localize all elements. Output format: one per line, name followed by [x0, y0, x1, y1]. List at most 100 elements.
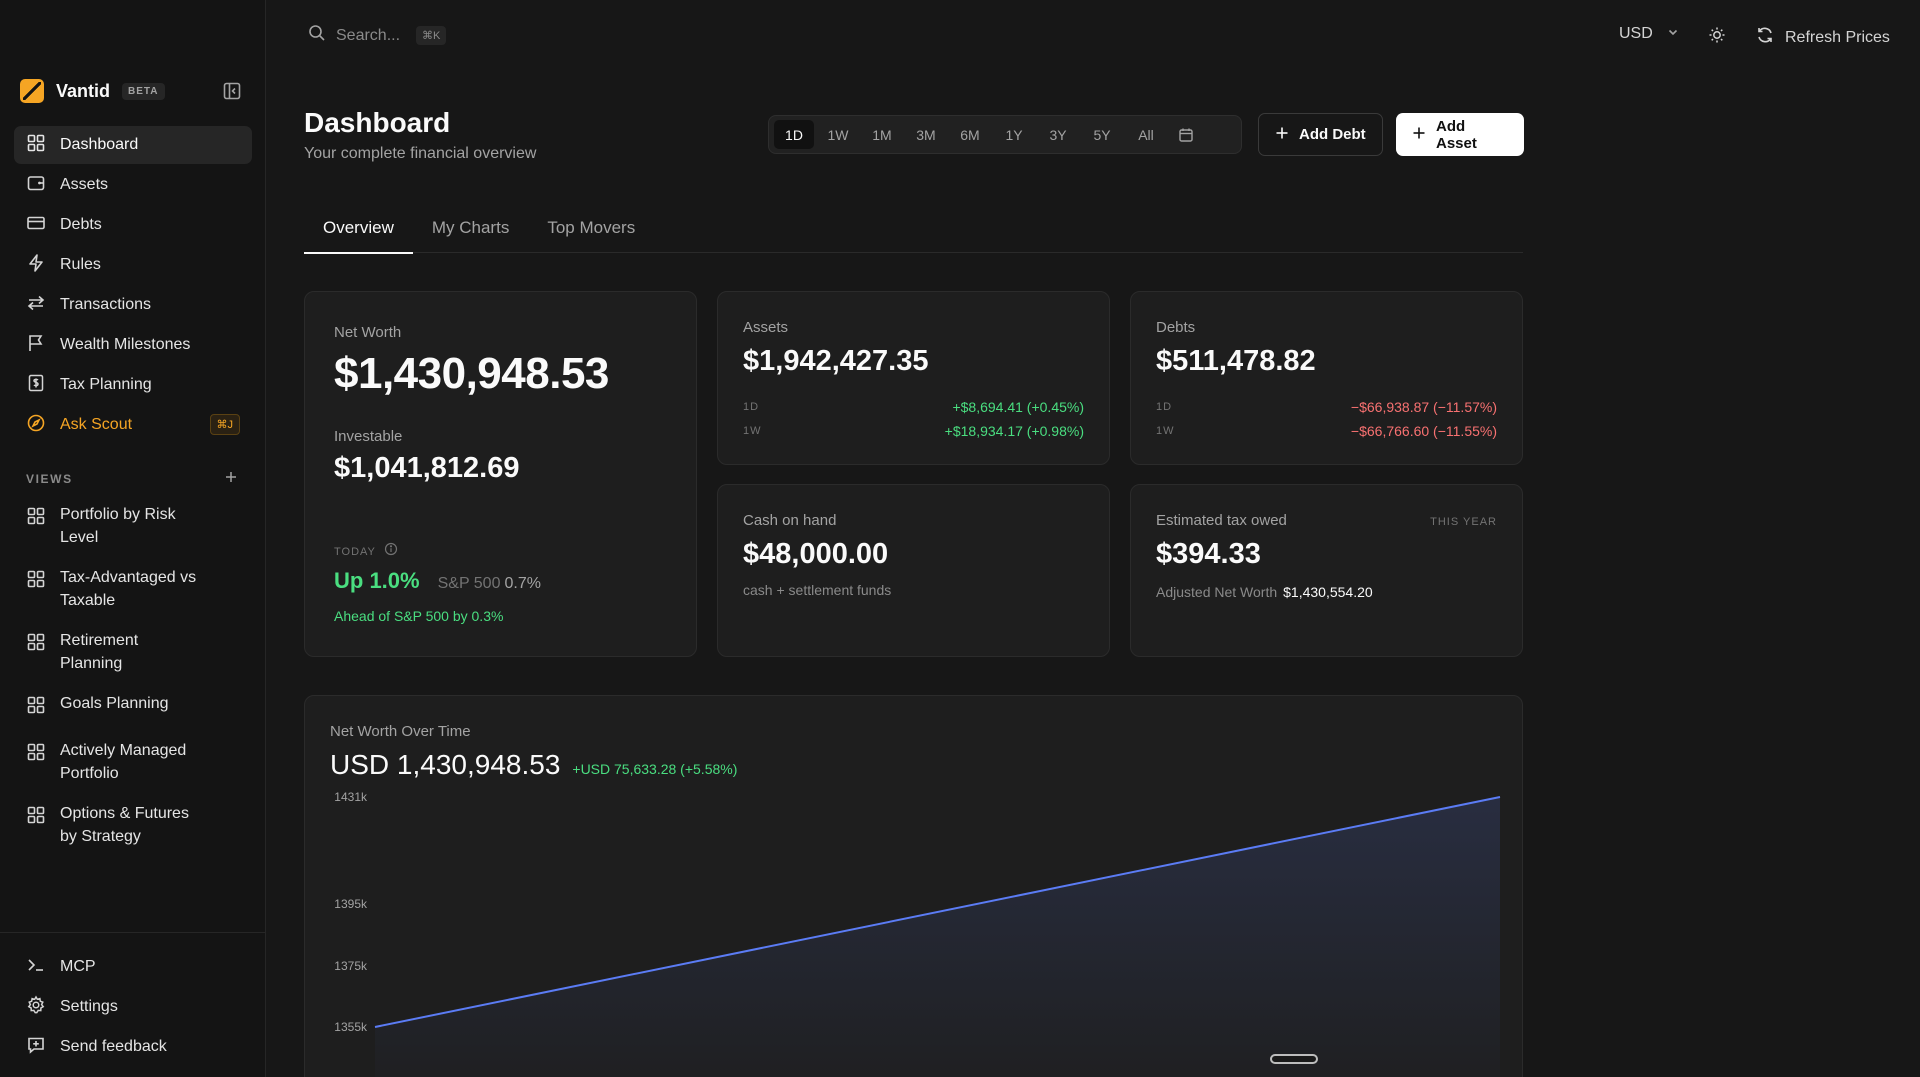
ask-scout-shortcut: ⌘J [209, 414, 240, 435]
sidebar-item-tax-planning[interactable]: Tax Planning [14, 366, 252, 404]
range-3m[interactable]: 3M [906, 120, 946, 149]
today-up-value: Up 1.0% [334, 568, 420, 593]
plus-icon [1412, 126, 1426, 144]
net-worth-label: Net Worth [334, 324, 402, 341]
app-name: Vantid [56, 80, 111, 101]
search-icon [308, 24, 326, 47]
net-worth-card: Net Worth $1,430,948.53 Investable $1,04… [304, 291, 697, 657]
currency-select[interactable]: USD [1619, 25, 1679, 43]
add-debt-label: Add Debt [1299, 126, 1366, 143]
sidebar-item-settings[interactable]: Settings [14, 987, 251, 1027]
sidebar-item-label: Tax Planning [60, 376, 152, 393]
sidebar-item-label: Dashboard [60, 136, 139, 153]
sidebar-item-transactions[interactable]: Transactions [14, 286, 252, 324]
y-tick-label: 1395k [334, 897, 368, 911]
range-6m[interactable]: 6M [950, 120, 990, 149]
debts-value: $511,478.82 [1156, 345, 1316, 377]
today-label: TODAY [334, 545, 376, 558]
search-input[interactable]: Search... ⌘K [308, 24, 447, 47]
view-item-actively-managed-portfolio[interactable]: Actively Managed Portfolio [14, 739, 252, 785]
range-all[interactable]: All [1126, 120, 1166, 149]
sidebar-item-send-feedback[interactable]: Send feedback [14, 1027, 251, 1067]
plus-icon [1275, 126, 1289, 144]
view-item-portfolio-by-risk-level[interactable]: Portfolio by Risk Level [14, 503, 252, 549]
view-item-label: Retirement Planning [60, 632, 139, 672]
grid-icon [26, 739, 46, 769]
sidebar-item-assets[interactable]: Assets [14, 166, 252, 204]
sidebar-item-label: Rules [60, 256, 101, 273]
sidebar-item-label: MCP [60, 958, 96, 975]
adjusted-label: Adjusted Net Worth [1156, 584, 1278, 600]
range-1d[interactable]: 1D [774, 120, 814, 149]
refresh-icon [1755, 25, 1775, 50]
terminal-icon [26, 955, 46, 980]
add-asset-button[interactable]: Add Asset [1396, 113, 1524, 156]
refresh-prices-button[interactable]: Refresh Prices [1755, 25, 1890, 50]
compass-icon [26, 413, 46, 438]
sidebar-item-wealth-milestones[interactable]: Wealth Milestones [14, 326, 252, 364]
range-1w[interactable]: 1W [818, 120, 858, 149]
range-1y[interactable]: 1Y [994, 120, 1034, 149]
sidebar-item-label: Settings [60, 998, 118, 1015]
debts-card[interactable]: Debts $511,478.82 1D −$66,938.87 (−11.57… [1130, 291, 1523, 465]
investable-value: $1,041,812.69 [334, 452, 520, 484]
gear-icon [26, 994, 46, 1020]
currency-value: USD [1619, 25, 1653, 42]
add-debt-button[interactable]: Add Debt [1258, 113, 1383, 156]
scroll-handle[interactable] [1270, 1054, 1318, 1064]
sp500-value: 0.7% [504, 575, 541, 592]
view-item-label: Goals Planning [60, 695, 169, 712]
sidebar-collapse-icon[interactable] [222, 81, 242, 101]
tab-overview[interactable]: Overview [304, 214, 413, 254]
period-label: 1W [743, 425, 762, 437]
debts-change: −$66,766.60 (−11.55%) [1350, 423, 1497, 439]
sidebar-item-label: Send feedback [60, 1038, 167, 1055]
credit-card-icon [26, 213, 46, 238]
grid-icon [26, 133, 46, 158]
wallet-icon [26, 173, 46, 198]
sun-icon[interactable] [1707, 25, 1727, 50]
tab-my-charts[interactable]: My Charts [413, 214, 528, 253]
sidebar-item-label: Debts [60, 216, 102, 233]
view-item-options-futures-by-strategy[interactable]: Options & Futures by Strategy [14, 802, 252, 848]
views-title: VIEWS [26, 471, 73, 486]
range-5y[interactable]: 5Y [1082, 120, 1122, 149]
tax-card: Estimated tax owed THIS YEAR $394.33 Adj… [1130, 484, 1523, 657]
brand[interactable]: Vantid BETA [20, 78, 165, 104]
search-placeholder: Search... [336, 26, 401, 44]
range-3y[interactable]: 3Y [1038, 120, 1078, 149]
view-item-retirement-planning[interactable]: Retirement Planning [14, 629, 252, 675]
sidebar-item-rules[interactable]: Rules [14, 246, 252, 284]
view-item-tax-advantaged-vs-taxable[interactable]: Tax-Advantaged vs Taxable [14, 566, 252, 612]
add-view-plus-icon[interactable] [224, 470, 238, 487]
page-subtitle: Your complete financial overview [304, 145, 537, 162]
range-1m[interactable]: 1M [862, 120, 902, 149]
y-tick-label: 1431k [334, 790, 368, 804]
period-label: 1D [1156, 401, 1173, 413]
sidebar-item-ask-scout[interactable]: Ask Scout ⌘J [14, 406, 252, 444]
cash-value: $48,000.00 [743, 538, 889, 570]
sidebar-item-debts[interactable]: Debts [14, 206, 252, 244]
calendar-icon[interactable] [1172, 127, 1200, 143]
view-item-label: Options & Futures by Strategy [60, 805, 189, 845]
grid-icon [26, 802, 46, 832]
adjusted-value: $1,430,554.20 [1283, 584, 1373, 600]
assets-change: +$18,934.17 (+0.98%) [944, 423, 1084, 439]
net-worth-chart[interactable]: 1431k 1395k 1375k 1355k [305, 696, 1524, 1077]
add-asset-label: Add Asset [1436, 117, 1477, 152]
info-icon[interactable] [384, 542, 398, 561]
assets-card[interactable]: Assets $1,942,427.35 1D +$8,694.41 (+0.4… [717, 291, 1110, 465]
tax-period: THIS YEAR [1430, 516, 1497, 528]
view-item-goals-planning[interactable]: Goals Planning [14, 692, 252, 722]
feedback-plus-icon [26, 1035, 46, 1060]
assets-label: Assets [743, 319, 789, 336]
sidebar-item-label: Transactions [60, 296, 151, 313]
chevron-down-icon [1667, 25, 1679, 43]
sidebar-item-dashboard[interactable]: Dashboard [14, 126, 252, 164]
views-list: Portfolio by Risk Level Tax-Advantaged v… [14, 503, 252, 865]
sidebar-item-label: Ask Scout [60, 416, 133, 433]
beta-badge: BETA [122, 82, 165, 100]
lightning-icon [26, 253, 46, 278]
sidebar-item-mcp[interactable]: MCP [14, 947, 251, 987]
tab-top-movers[interactable]: Top Movers [528, 214, 654, 253]
